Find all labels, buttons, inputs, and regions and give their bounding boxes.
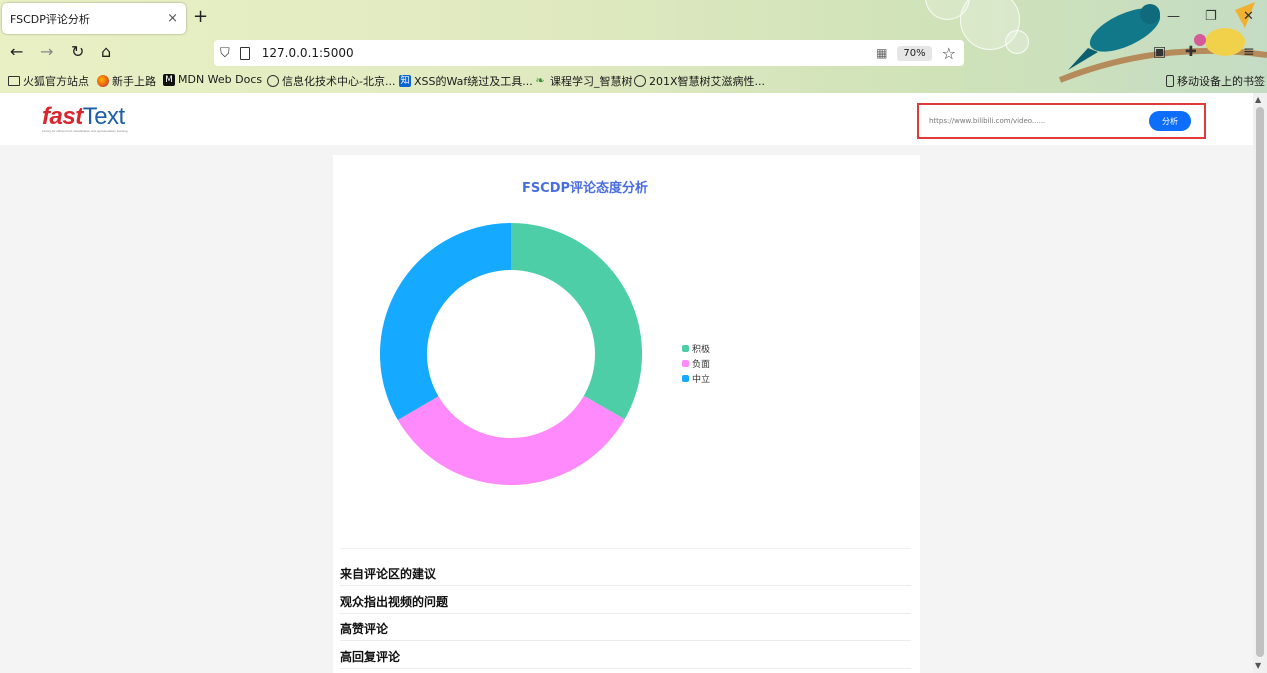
tab-bar: FSCDP评论分析 × + — ❐ ✕ <box>0 0 1267 36</box>
bookmark-item[interactable]: ❧ 课程学习_智慧树 <box>533 73 633 89</box>
chart-legend: 积极 负面 中立 <box>682 341 710 386</box>
bookmark-label: MDN Web Docs <box>178 73 263 86</box>
video-url-input[interactable] <box>929 113 1129 129</box>
extensions-icon[interactable]: ▣ <box>1153 44 1166 60</box>
section-title: 来自评论区的建议 <box>340 567 437 581</box>
bookmark-item[interactable]: M MDN Web Docs <box>163 73 262 86</box>
bookmark-label: 课程学习_智慧树 <box>550 75 633 88</box>
page-content: fastText Library for efficient text clas… <box>0 93 1253 673</box>
extension-puzzle-icon[interactable]: ✚ <box>1185 44 1197 60</box>
tracking-shield-icon[interactable]: ⛉ <box>220 46 230 61</box>
close-window-icon[interactable]: ✕ <box>1243 9 1254 24</box>
globe-icon <box>267 75 279 87</box>
mobile-phone-icon <box>1166 75 1174 87</box>
back-icon[interactable]: ← <box>10 42 23 62</box>
reload-icon[interactable]: ↻ <box>71 42 84 62</box>
home-icon[interactable]: ⌂ <box>101 42 111 62</box>
legend-item[interactable]: 中立 <box>682 371 710 386</box>
legend-item[interactable]: 积极 <box>682 341 710 356</box>
bookmark-star-icon[interactable]: ☆ <box>942 44 956 63</box>
bookmark-item[interactable]: 信息化技术中心-北京... <box>267 73 395 89</box>
bookmark-label: 新手上路 <box>112 75 156 88</box>
section-suggestions[interactable]: 来自评论区的建议 <box>340 562 911 586</box>
restore-icon[interactable]: ❐ <box>1205 9 1217 24</box>
legend-item[interactable]: 负面 <box>682 356 710 371</box>
page-info-icon[interactable] <box>239 46 250 60</box>
bookmark-label: 信息化技术中心-北京... <box>282 75 396 88</box>
folder-icon <box>8 76 20 86</box>
section-top-liked[interactable]: 高赞评论 <box>340 617 911 641</box>
donut-slice-0[interactable] <box>511 223 642 420</box>
logo-fast: fast <box>42 103 83 130</box>
scrollbar-thumb[interactable] <box>1256 107 1264 657</box>
legend-swatch <box>682 360 689 367</box>
legend-label: 积极 <box>692 345 711 355</box>
section-divider <box>340 548 911 549</box>
new-tab-button[interactable]: + <box>193 8 208 26</box>
donut-slice-1[interactable] <box>397 395 625 485</box>
zoom-level[interactable]: 70% <box>897 45 932 61</box>
bookmark-item[interactable]: 火狐官方站点 <box>8 73 89 89</box>
qr-code-icon[interactable]: ▦ <box>876 46 887 60</box>
navigation-bar: ← → ↻ ⌂ ⛉ 127.0.0.1:5000 ▦ 70% ☆ ▣ ✚ ≡ <box>0 38 1267 68</box>
leaf-icon: ❧ <box>535 74 545 87</box>
logo-text: Text <box>82 103 126 130</box>
site-header: fastText Library for efficient text clas… <box>0 93 1253 145</box>
legend-swatch <box>682 375 689 382</box>
bookmark-label: 201X智慧树艾滋病性... <box>649 75 766 88</box>
bookmark-label: XSS的Waf绕过及工具... <box>414 75 533 88</box>
bookmark-item[interactable]: 知 XSS的Waf绕过及工具... <box>399 73 533 89</box>
section-title: 观众指出视频的问题 <box>340 595 449 609</box>
logo-tagline: Library for efficient text classificatio… <box>42 129 128 133</box>
browser-chrome: FSCDP评论分析 × + — ❐ ✕ ← → ↻ ⌂ ⛉ 127.0.0.1:… <box>0 0 1267 93</box>
url-text[interactable]: 127.0.0.1:5000 <box>262 46 876 60</box>
donut-slice-2[interactable] <box>380 223 511 420</box>
bookmark-item[interactable]: 新手上路 <box>97 73 156 89</box>
tab-title: FSCDP评论分析 <box>10 12 90 26</box>
bookmarks-toolbar: 火狐官方站点 新手上路 M MDN Web Docs 信息化技术中心-北京...… <box>0 70 1267 92</box>
section-top-replied[interactable]: 高回复评论 <box>340 645 911 669</box>
analysis-card: FSCDP评论态度分析 积极 负面 中立 来自评论区的建议 观众指出视频的问题 高赞… <box>333 155 920 673</box>
fasttext-logo[interactable]: fastText Library for efficient text clas… <box>42 103 128 133</box>
address-bar[interactable]: ⛉ 127.0.0.1:5000 ▦ 70% ☆ <box>214 40 964 66</box>
menu-icon[interactable]: ≡ <box>1243 44 1255 60</box>
bookmark-label: 火狐官方站点 <box>23 75 89 88</box>
section-title: 高回复评论 <box>340 650 401 664</box>
legend-label: 中立 <box>692 375 711 385</box>
analyze-button[interactable]: 分析 <box>1149 111 1191 131</box>
mobile-bookmarks-label: 移动设备上的书签 <box>1177 75 1265 88</box>
url-analysis-form: 分析 <box>917 103 1206 139</box>
section-video-issues[interactable]: 观众指出视频的问题 <box>340 590 911 614</box>
page-scrollbar[interactable]: ▲ ▼ <box>1253 93 1267 673</box>
sentiment-donut-chart <box>380 223 642 485</box>
scroll-down-icon[interactable]: ▼ <box>1255 661 1261 670</box>
section-title: 高赞评论 <box>340 622 389 636</box>
browser-tab[interactable]: FSCDP评论分析 × <box>2 3 186 34</box>
firefox-icon <box>97 75 109 87</box>
globe-icon <box>634 75 646 87</box>
scroll-up-icon[interactable]: ▲ <box>1255 95 1261 104</box>
legend-label: 负面 <box>692 360 711 370</box>
zhihu-icon: 知 <box>399 75 411 87</box>
forward-icon[interactable]: → <box>40 42 53 62</box>
bookmark-item[interactable]: 201X智慧树艾滋病性... <box>634 73 765 89</box>
mobile-bookmarks[interactable]: 移动设备上的书签 <box>1166 73 1265 89</box>
close-tab-icon[interactable]: × <box>167 11 178 26</box>
legend-swatch <box>682 345 689 352</box>
mdn-icon: M <box>163 73 175 86</box>
minimize-icon[interactable]: — <box>1167 9 1180 24</box>
